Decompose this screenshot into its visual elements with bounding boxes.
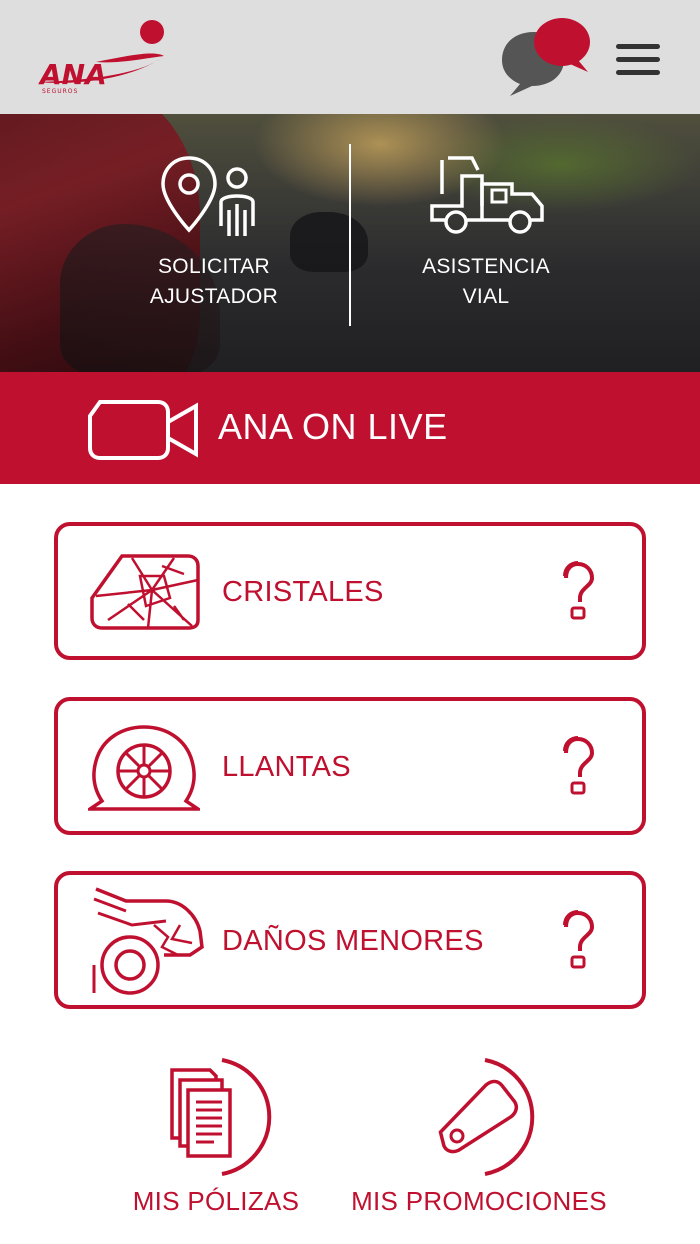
solicitar-ajustador-button[interactable]: SOLICITAR AJUSTADOR xyxy=(114,154,314,312)
solicitar-label: SOLICITAR xyxy=(158,255,270,278)
ana-on-live-label: ANA ON LIVE xyxy=(218,406,448,447)
mis-promociones-label: MIS PROMOCIONES xyxy=(351,1186,607,1216)
top-bar: ANA SEGUROS xyxy=(0,0,700,114)
chat-bubbles-icon xyxy=(502,18,590,96)
cristales-card[interactable]: CRISTALES xyxy=(54,522,646,660)
question-mark-icon[interactable] xyxy=(558,560,598,620)
chat-button[interactable] xyxy=(500,16,592,98)
flat-tire-icon xyxy=(88,725,200,811)
menu-line xyxy=(616,57,660,62)
danos-menores-card[interactable]: DAÑOS MENORES xyxy=(54,871,646,1009)
llantas-card[interactable]: LLANTAS xyxy=(54,697,646,835)
mis-polizas-label: MIS PÓLIZAS xyxy=(132,1186,300,1216)
mis-promociones-button[interactable]: MIS PROMOCIONES xyxy=(348,1056,610,1217)
location-person-icon xyxy=(161,156,255,236)
llantas-label: LLANTAS xyxy=(222,751,351,783)
ajustador-label: AJUSTADOR xyxy=(149,285,279,308)
documents-icon xyxy=(170,1058,272,1176)
mis-polizas-button[interactable]: MIS PÓLIZAS xyxy=(86,1056,346,1217)
hero-banner: SOLICITAR AJUSTADOR ASISTENCIA VIAL xyxy=(0,114,700,372)
question-mark-icon[interactable] xyxy=(558,909,598,969)
tow-truck-icon xyxy=(430,156,544,234)
danos-menores-label: DAÑOS MENORES xyxy=(222,925,484,957)
logo-subtext: SEGUROS xyxy=(42,88,79,95)
hamburger-menu-button[interactable] xyxy=(616,44,660,80)
menu-line xyxy=(616,44,660,49)
question-mark-icon[interactable] xyxy=(558,735,598,795)
menu-line xyxy=(616,70,660,75)
broken-glass-icon xyxy=(90,554,200,630)
cristales-label: CRISTALES xyxy=(222,576,384,608)
ana-seguros-logo[interactable]: ANA SEGUROS xyxy=(36,16,170,95)
logo-text: ANA xyxy=(40,58,107,91)
asistencia-label: ASISTENCIA xyxy=(422,255,550,278)
asistencia-vial-button[interactable]: ASISTENCIA VIAL xyxy=(386,154,586,312)
ana-on-live-button[interactable]: ANA ON LIVE xyxy=(0,372,700,484)
price-tag-icon xyxy=(438,1058,535,1176)
damaged-car-icon xyxy=(92,887,204,995)
video-camera-icon xyxy=(88,400,198,460)
vial-label: VIAL xyxy=(462,285,510,308)
hero-divider xyxy=(349,144,351,326)
